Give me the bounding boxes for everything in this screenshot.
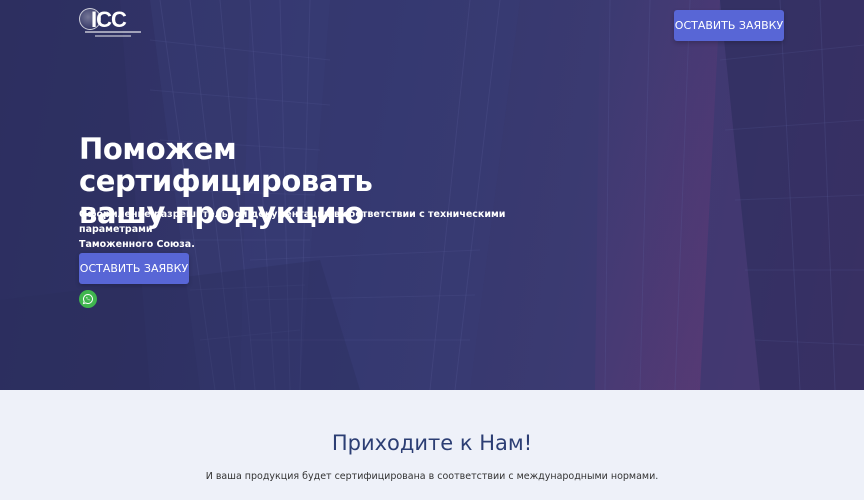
hero-subtitle-line-1: Оформление разрешительной документации в… (79, 209, 506, 235)
hero-subtitle: Оформление разрешительной документации в… (79, 207, 519, 252)
logo-tagline-line (85, 31, 141, 33)
section-text: И ваша продукция будет сертифицирована в… (205, 471, 659, 482)
company-logo[interactable]: ICC (79, 7, 141, 40)
whatsapp-glyph (82, 293, 93, 305)
logo-tagline-line-2 (95, 35, 131, 37)
hero-subtitle-line-2: Таможенного Союза. (79, 239, 195, 250)
hero-request-button[interactable]: ОСТАВИТЬ ЗАЯВКУ (79, 253, 189, 284)
section-title: Приходите к Нам! (331, 431, 533, 455)
logo-text: ICC (91, 7, 127, 32)
header-request-button[interactable]: ОСТАВИТЬ ЗАЯВКУ (674, 10, 784, 41)
whatsapp-icon[interactable] (79, 290, 97, 308)
hero-title-line-1: Поможем сертифицировать (79, 132, 373, 198)
hero-section: ICC ОСТАВИТЬ ЗАЯВКУ Поможем сертифициров… (0, 0, 864, 390)
